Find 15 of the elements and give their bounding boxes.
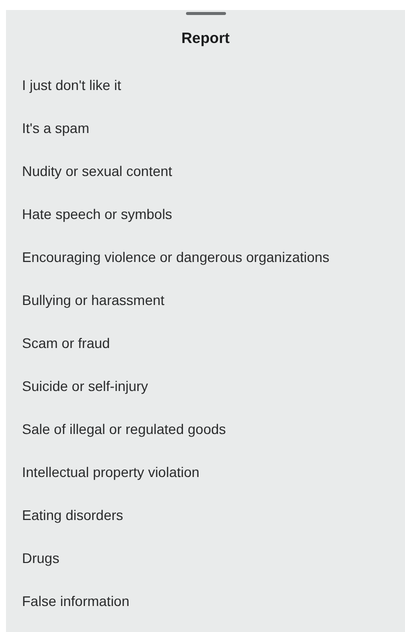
report-option[interactable]: Scam or fraud [6, 322, 110, 365]
report-option[interactable]: Suicide or self-injury [6, 365, 148, 408]
report-option[interactable]: Bullying or harassment [6, 279, 164, 322]
report-option[interactable]: Intellectual property violation [6, 451, 200, 494]
report-option[interactable]: Encouraging violence or dangerous organizations [6, 236, 330, 279]
report-option[interactable]: Eating disorders [6, 494, 124, 537]
report-option[interactable]: False information [6, 580, 130, 623]
report-option[interactable]: It's a spam [6, 107, 90, 150]
report-option[interactable]: I just don't like it [6, 64, 122, 107]
report-option[interactable]: Hate speech or symbols [6, 193, 172, 236]
report-option[interactable]: Nudity or sexual content [6, 150, 172, 193]
report-option[interactable]: Sale of illegal or regulated goods [6, 408, 226, 451]
drag-handle[interactable] [186, 12, 226, 15]
report-option[interactable]: Drugs [6, 537, 60, 580]
sheet-title: Report [181, 29, 230, 49]
